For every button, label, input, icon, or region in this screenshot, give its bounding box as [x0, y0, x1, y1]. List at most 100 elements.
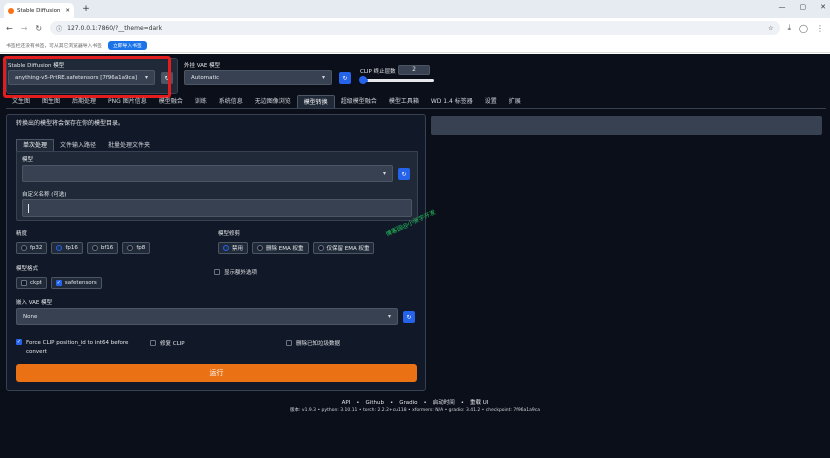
- radio-selected-icon: [223, 245, 229, 251]
- footer-separator: •: [423, 400, 427, 406]
- refresh-vae-button[interactable]: ↻: [339, 72, 351, 84]
- subtab-single[interactable]: 单次处理: [16, 139, 55, 151]
- format-safetensors-label: safetensors: [64, 280, 97, 286]
- delete-junk-option[interactable]: 删除已知垃圾数据: [286, 339, 340, 347]
- pruning-remove-ema[interactable]: 删除 EMA 权重: [252, 242, 309, 254]
- refresh-icon: ↻: [342, 74, 348, 82]
- clip-skip-slider-thumb[interactable]: [359, 76, 367, 84]
- embed-vae-dropdown[interactable]: None ▾: [16, 308, 398, 325]
- tab-12[interactable]: 设置: [479, 95, 503, 108]
- footer-separator: •: [356, 400, 360, 406]
- star-icon[interactable]: ☆: [768, 25, 773, 32]
- tab-11[interactable]: WD 1.4 标签器: [425, 95, 479, 108]
- precision-fp16[interactable]: fp16: [51, 242, 83, 254]
- refresh-model-list-button[interactable]: ↻: [398, 168, 410, 180]
- footer-link-4[interactable]: 重载 UI: [470, 400, 488, 406]
- clip-skip-slider[interactable]: [362, 79, 434, 82]
- import-bookmarks-button[interactable]: 立即导入书签: [107, 40, 147, 50]
- site-info-icon[interactable]: ⓘ: [56, 24, 62, 33]
- custom-name-input[interactable]: [22, 199, 412, 217]
- tab-7[interactable]: 无边图像浏览: [249, 95, 297, 108]
- profile-icon[interactable]: ◯: [799, 24, 808, 33]
- menu-icon[interactable]: ⋮: [816, 24, 824, 33]
- show-extra-options[interactable]: 显示额外选项: [214, 268, 257, 276]
- subtab-file-path[interactable]: 文件输入路径: [54, 140, 102, 151]
- format-checkbox-group: ckpt ✓ safetensors: [16, 277, 102, 289]
- format-safetensors[interactable]: ✓ safetensors: [50, 277, 102, 289]
- refresh-vae-list-button[interactable]: ↻: [403, 311, 415, 323]
- precision-fp32-label: fp32: [30, 245, 43, 251]
- run-button[interactable]: 运行: [16, 364, 417, 382]
- checkbox-checked-icon: ✓: [16, 339, 22, 345]
- radio-icon: [91, 245, 98, 251]
- pruning-radio-group: 禁用 删除 EMA 权重 仅保留 EMA 权重: [218, 242, 375, 254]
- version-info: 版本: v1.9.3 • python: 3.10.11 • torch: 2.…: [289, 408, 541, 413]
- show-extra-options-label: 显示额外选项: [224, 270, 258, 276]
- maximize-icon[interactable]: ▢: [800, 3, 807, 11]
- format-ckpt[interactable]: ckpt: [16, 277, 47, 289]
- tab-8[interactable]: 模型转换: [296, 95, 335, 108]
- footer-link-0[interactable]: API: [342, 400, 351, 406]
- browser-tab[interactable]: Stable Diffusion ✕: [4, 3, 74, 18]
- highlight-box: [3, 56, 171, 98]
- radio-icon: [127, 245, 134, 251]
- text-cursor: [28, 204, 29, 213]
- footer-link-1[interactable]: Github: [366, 400, 384, 406]
- tab-6[interactable]: 系统信息: [213, 95, 249, 108]
- bookmark-bar: 书签栏还没有书签，可从其它浏览器导入书签 立即导入书签: [0, 38, 830, 53]
- close-window-icon[interactable]: ✕: [820, 3, 826, 11]
- tab-9[interactable]: 超级模型融合: [335, 95, 383, 108]
- checkbox-icon: [21, 280, 27, 286]
- tab-3[interactable]: PNG 图片信息: [102, 95, 153, 108]
- tab-1[interactable]: 图生图: [36, 95, 66, 108]
- radio-icon: [21, 245, 27, 251]
- format-label: 模型格式: [16, 266, 39, 272]
- reload-icon[interactable]: ↻: [35, 24, 42, 33]
- vae-dropdown[interactable]: Automatic ▾: [184, 70, 332, 85]
- model-dropdown[interactable]: ▾: [22, 165, 393, 182]
- checkbox-icon: [150, 340, 156, 346]
- footer-link-3[interactable]: 启动时间: [433, 400, 455, 406]
- vae-label: 外挂 VAE 模型: [184, 63, 221, 69]
- bookmark-hint: 书签栏还没有书签，可从其它浏览器导入书签: [6, 43, 102, 49]
- clip-skip-input[interactable]: 2: [398, 65, 430, 75]
- pruning-ema-only[interactable]: 仅保留 EMA 权重: [312, 242, 375, 254]
- precision-fp32[interactable]: fp32: [16, 242, 48, 254]
- minimize-icon[interactable]: —: [779, 3, 786, 11]
- convert-notice: 转换出的模型将会保存在你的模型目录。: [16, 120, 125, 127]
- back-icon[interactable]: ←: [6, 24, 13, 33]
- footer-link-2[interactable]: Gradio: [399, 400, 417, 406]
- vae-value: Automatic: [191, 74, 220, 81]
- pruning-disabled[interactable]: 禁用: [218, 242, 249, 254]
- pruning-ema-only-label: 仅保留 EMA 权重: [326, 246, 370, 252]
- precision-fp8[interactable]: fp8: [122, 242, 151, 254]
- footer-links: API • Github • Gradio • 启动时间 • 重载 UI: [0, 398, 830, 406]
- url-text: 127.0.0.1:7860/?__theme=dark: [67, 24, 163, 32]
- delete-junk-label: 删除已知垃圾数据: [296, 341, 341, 347]
- favicon-icon: [8, 7, 14, 14]
- precision-bf16[interactable]: bf16: [86, 242, 119, 254]
- embed-vae-value: None: [23, 313, 38, 320]
- tab-5[interactable]: 训练: [189, 95, 213, 108]
- new-tab-button[interactable]: +: [81, 4, 91, 14]
- tab-4[interactable]: 模型融合: [153, 95, 189, 108]
- precision-fp16-label: fp16: [65, 245, 78, 251]
- download-icon[interactable]: ⤓: [788, 23, 792, 33]
- close-tab-icon[interactable]: ✕: [65, 8, 70, 14]
- tab-2[interactable]: 后期处理: [66, 95, 102, 108]
- radio-selected-icon: [56, 245, 63, 251]
- tab-10[interactable]: 模型工具箱: [383, 95, 425, 108]
- tab-0[interactable]: 文生图: [6, 95, 36, 108]
- model-label: 模型: [22, 157, 34, 163]
- footer-separator: •: [389, 400, 394, 406]
- pruning-label: 模型修剪: [218, 231, 241, 237]
- refresh-icon: ↻: [401, 170, 407, 178]
- subtab-batch-folder[interactable]: 批量处理文件夹: [102, 140, 156, 151]
- embed-vae-label: 嵌入 VAE 模型: [16, 300, 53, 306]
- tab-13[interactable]: 扩展: [503, 95, 527, 108]
- forward-icon[interactable]: →: [21, 24, 28, 33]
- address-bar[interactable]: ⓘ 127.0.0.1:7860/?__theme=dark ☆: [50, 21, 780, 35]
- radio-icon: [317, 245, 324, 251]
- fix-clip-option[interactable]: 修复 CLIP: [150, 339, 185, 347]
- force-clip-option[interactable]: ✓ Force CLIP position_id to int64 before…: [16, 339, 146, 357]
